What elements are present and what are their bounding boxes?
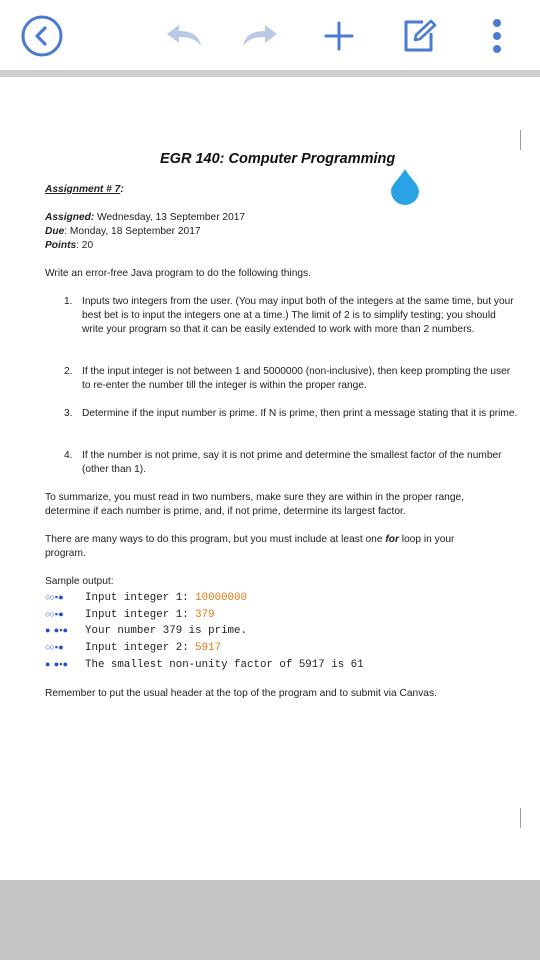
sample-line-text: Your number 379 is prime. (85, 625, 247, 637)
sample-line: ○○▪● Input integer 1: 379 (45, 609, 215, 621)
prompt-glyphs: ○○▪● (45, 593, 64, 603)
sample-line-text: The smallest non-unity factor of 5917 is… (85, 659, 364, 671)
redo-button[interactable] (236, 11, 286, 61)
assignment-heading: Assignment # 7: (45, 184, 124, 195)
loop-text-a: There are many ways to do this program, … (45, 534, 386, 545)
undo-button[interactable] (158, 11, 208, 61)
list-item-number: 3. (64, 408, 73, 419)
list-item-number: 1. (64, 296, 73, 307)
sample-line: ○○▪● Input integer 2: 5917 (45, 642, 221, 654)
edit-button[interactable] (394, 11, 444, 61)
document-page[interactable] (0, 77, 540, 880)
list-item-number: 4. (64, 450, 73, 461)
list-item-text: Determine if the input number is prime. … (82, 408, 518, 419)
prompt-glyphs: ● ●▪● (45, 660, 68, 670)
sample-line-value: 5917 (195, 642, 222, 654)
back-button[interactable] (17, 11, 67, 61)
sample-line-text: Input integer 1: (85, 592, 196, 604)
assigned-label: Assigned: (45, 212, 95, 223)
sample-line-text: Input integer 1: (85, 609, 196, 621)
prompt-glyphs: ○○▪● (45, 643, 64, 653)
text-cursor-handle[interactable] (389, 167, 421, 210)
toolbar-divider (0, 70, 540, 77)
sample-line-text: Input integer 2: (85, 642, 196, 654)
assignment-label: Assignment # 7 (45, 184, 121, 195)
cursor-drop-icon (391, 169, 419, 205)
loop-requirement-line: There are many ways to do this program, … (45, 534, 454, 545)
scroll-marker-bottom (520, 808, 521, 828)
due-value: : Monday, 18 September 2017 (64, 226, 201, 237)
scroll-marker-top (520, 130, 521, 150)
remember-text: Remember to put the usual header at the … (45, 688, 437, 699)
list-item-text: If the input integer is not between 1 an… (82, 366, 511, 391)
sample-line: ○○▪● Input integer 1: 10000000 (45, 592, 247, 604)
undo-icon (167, 25, 201, 46)
sample-line: ● ●▪● The smallest non-unity factor of 59… (45, 659, 364, 671)
list-item-text: If the number is not prime, say it is no… (82, 450, 502, 475)
sample-output-label: Sample output: (45, 576, 114, 587)
more-vert-icon (493, 19, 501, 53)
add-button[interactable] (314, 11, 364, 61)
prompt-glyphs: ○○▪● (45, 610, 64, 620)
due-line: Due: Monday, 18 September 2017 (45, 226, 201, 237)
assigned-line: Assigned: Wednesday, 13 September 2017 (45, 212, 245, 223)
summary-line-1: To summarize, you must read in two numbe… (45, 492, 465, 503)
assignment-colon: : (120, 184, 124, 195)
intro-text: Write an error-free Java program to do t… (45, 268, 311, 279)
loop-text-c: loop in your (398, 534, 455, 545)
redo-icon (243, 25, 277, 46)
assigned-value: Wednesday, 13 September 2017 (94, 212, 246, 223)
sample-line-value: 10000000 (195, 592, 247, 604)
list-item-text: Inputs two integers from the user. (You … (82, 296, 514, 335)
sample-line-value: 379 (195, 609, 215, 621)
more-options-button[interactable] (472, 11, 522, 61)
list-item-number: 2. (64, 366, 73, 377)
back-circle-icon (21, 15, 63, 57)
top-toolbar (0, 0, 540, 70)
due-label: Due (45, 226, 65, 237)
document-title: EGR 140: Computer Programming (160, 151, 396, 167)
loop-requirement-line-2: program. (45, 548, 86, 559)
summary-line-2: determine if each number is prime, and, … (45, 506, 406, 517)
sample-line: ● ●▪● Your number 379 is prime. (45, 625, 247, 637)
edit-icon (404, 19, 437, 52)
points-label: Points (45, 240, 77, 251)
points-value: : 20 (76, 240, 94, 251)
bottom-area (0, 880, 540, 960)
plus-icon (324, 21, 354, 51)
prompt-glyphs: ● ●▪● (45, 626, 68, 636)
loop-keyword: for (385, 534, 399, 545)
points-line: Points: 20 (45, 240, 93, 251)
